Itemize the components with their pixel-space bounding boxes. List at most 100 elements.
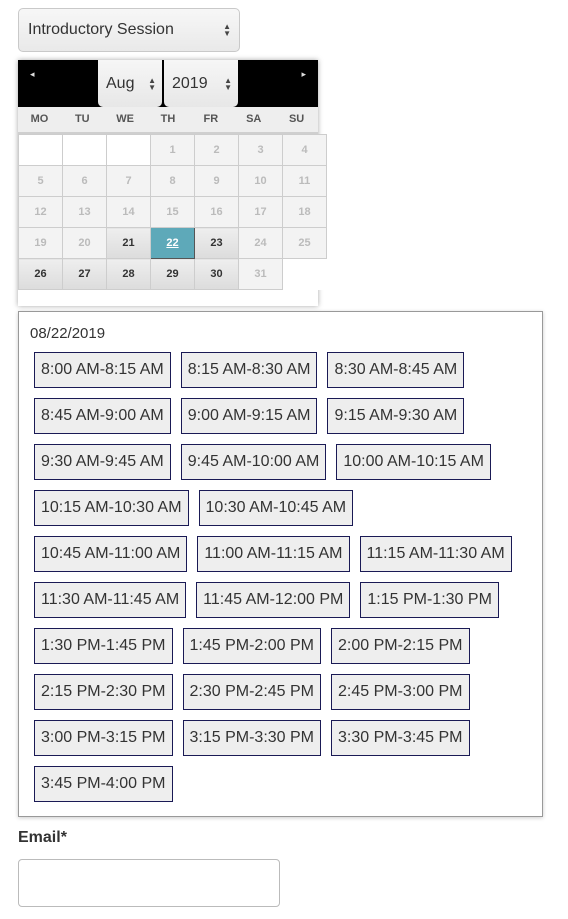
calendar-day: 8 <box>150 165 195 197</box>
time-slot-button[interactable]: 1:15 PM-1:30 PM <box>360 582 499 618</box>
time-slot-button[interactable]: 1:30 PM-1:45 PM <box>34 628 173 664</box>
calendar-day: 15 <box>150 196 195 228</box>
weekday-label: WE <box>116 113 135 125</box>
year-select[interactable]: 2019 ▲ ▼ <box>164 60 238 107</box>
calendar-week: 26 27 28 29 30 31 <box>18 258 327 290</box>
calendar-empty-cell <box>106 134 151 166</box>
time-slot-button[interactable]: 10:45 AM-11:00 AM <box>34 536 188 572</box>
calendar-grid: 1 2 3 4 5 6 7 8 9 10 11 12 13 14 15 16 17 18 19 20 21 22 23 24 2… <box>18 134 327 290</box>
month-select[interactable]: Aug ▲ ▼ <box>98 60 162 107</box>
calendar-day: 3 <box>238 134 283 166</box>
weekday-label: TH <box>160 113 176 125</box>
time-slot-button[interactable]: 2:15 PM-2:30 PM <box>34 674 173 710</box>
time-slot-button[interactable]: 3:30 PM-3:45 PM <box>331 720 470 756</box>
calendar-day: 1 <box>150 134 195 166</box>
calendar-day: 20 <box>62 227 107 259</box>
weekday-label: MO <box>30 113 49 125</box>
time-slot-row: 11:30 AM-11:45 AM 11:45 AM-12:00 PM 1:15 P… <box>34 582 534 618</box>
time-slot-button[interactable]: 8:45 AM-9:00 AM <box>34 398 171 434</box>
time-slot-button[interactable]: 9:30 AM-9:45 AM <box>34 444 171 480</box>
time-slot-button[interactable]: 11:00 AM-11:15 AM <box>197 536 350 572</box>
calendar-day: 14 <box>106 196 151 228</box>
time-slot-button[interactable]: 11:45 AM-12:00 PM <box>196 582 351 618</box>
next-month-icon[interactable]: ▸ <box>301 69 306 80</box>
calendar-day[interactable]: 26 <box>18 258 63 290</box>
calendar-day: 31 <box>238 258 283 290</box>
time-slot-button[interactable]: 11:15 AM-11:30 AM <box>359 536 512 572</box>
calendar-day[interactable]: 28 <box>106 258 151 290</box>
date-picker-calendar: ◂ Aug ▲ ▼ 2019 ▲ ▼ ▸ MO TU WE TH FR SA SU 123456… <box>18 60 327 306</box>
month-value: Aug <box>106 74 135 92</box>
time-slot-button[interactable]: 1:45 PM-2:00 PM <box>182 628 321 664</box>
select-arrows-icon: ▲ ▼ <box>148 75 156 92</box>
time-slot-button[interactable]: 8:00 AM-8:15 AM <box>34 352 171 388</box>
time-slot-row: 9:30 AM-9:45 AM 9:45 AM-10:00 AM 10:00 AM-… <box>34 444 534 480</box>
weekday-label: TU <box>74 113 90 125</box>
calendar-day: 7 <box>106 165 151 197</box>
time-slot-row: 8:00 AM-8:15 AM 8:15 AM-8:30 AM 8:30 AM-8:… <box>34 352 534 388</box>
calendar-day[interactable]: 22 <box>150 227 195 259</box>
calendar-day: 2 <box>194 134 239 166</box>
calendar-header: ◂ Aug ▲ ▼ 2019 ▲ ▼ ▸ <box>18 60 318 107</box>
calendar-day[interactable]: 23 <box>194 227 239 259</box>
time-slot-row: 1:30 PM-1:45 PM 1:45 PM-2:00 PM 2:00 PM-2:… <box>34 628 534 664</box>
weekday-label: FR <box>203 113 219 125</box>
calendar-week: 1234 <box>18 134 327 166</box>
year-value: 2019 <box>172 74 208 92</box>
email-label: Email* <box>18 829 67 846</box>
calendar-day: 18 <box>282 196 327 228</box>
time-slot-row: 3:45 PM-4:00 PM <box>34 766 534 802</box>
time-slot-button[interactable]: 2:00 PM-2:15 PM <box>331 628 470 664</box>
time-slot-row: 2:15 PM-2:30 PM 2:30 PM-2:45 PM 2:45 PM-3:… <box>34 674 534 710</box>
time-slot-button[interactable]: 10:15 AM-10:30 AM <box>34 490 189 526</box>
time-slot-button[interactable]: 8:30 AM-8:45 AM <box>327 352 465 388</box>
select-arrows-icon: ▲ ▼ <box>224 75 232 92</box>
time-slot-button[interactable]: 11:30 AM-11:45 AM <box>34 582 187 618</box>
select-arrows-icon: ▲ ▼ <box>223 22 231 38</box>
weekday-header: MO TU WE TH FR SA SU <box>18 107 318 134</box>
calendar-empty-cell <box>18 134 63 166</box>
calendar-day: 25 <box>282 227 327 259</box>
time-slot-row: 10:15 AM-10:30 AM 10:30 AM-10:45 AM <box>34 490 534 526</box>
calendar-day: 13 <box>62 196 107 228</box>
time-slot-row: 8:45 AM-9:00 AM 9:00 AM-9:15 AM 9:15 AM-9:… <box>34 398 534 434</box>
time-slot-row: 3:00 PM-3:15 PM 3:15 PM-3:30 PM 3:30 PM-3:… <box>34 720 534 756</box>
time-slot-button[interactable]: 9:45 AM-10:00 AM <box>180 444 327 480</box>
session-type-value: Introductory Session <box>28 21 174 38</box>
calendar-day: 6 <box>62 165 107 197</box>
time-slot-button[interactable]: 10:00 AM-10:15 AM <box>336 444 491 480</box>
calendar-day: 24 <box>238 227 283 259</box>
time-slot-button[interactable]: 9:00 AM-9:15 AM <box>180 398 318 434</box>
calendar-day: 10 <box>238 165 283 197</box>
calendar-day[interactable]: 30 <box>194 258 239 290</box>
time-slot-button[interactable]: 2:30 PM-2:45 PM <box>182 674 321 710</box>
session-type-select[interactable]: Introductory Session ▲ ▼ <box>18 8 240 52</box>
calendar-day: 5 <box>18 165 63 197</box>
calendar-day: 4 <box>282 134 327 166</box>
calendar-day[interactable]: 21 <box>106 227 151 259</box>
prev-month-icon[interactable]: ◂ <box>30 69 35 80</box>
weekday-label: SU <box>288 113 305 125</box>
time-slot-button[interactable]: 2:45 PM-3:00 PM <box>331 674 470 710</box>
time-slot-button[interactable]: 3:00 PM-3:15 PM <box>34 720 173 756</box>
calendar-empty-cell <box>62 134 107 166</box>
time-slot-button[interactable]: 10:30 AM-10:45 AM <box>198 490 354 526</box>
calendar-day: 11 <box>282 165 327 197</box>
calendar-week: 5 6 7 8 9 10 11 <box>18 165 327 197</box>
calendar-week: 12 13 14 15 16 17 18 <box>18 196 327 228</box>
calendar-empty-cell <box>282 258 327 290</box>
calendar-day: 17 <box>238 196 283 228</box>
time-slot-button[interactable]: 9:15 AM-9:30 AM <box>327 398 465 434</box>
email-field[interactable] <box>18 859 280 907</box>
time-slot-row: 10:45 AM-11:00 AM 11:00 AM-11:15 AM 11:15 … <box>34 536 534 572</box>
time-slots-panel: 08/22/2019 8:00 AM-8:15 AM 8:15 AM-8:30 A… <box>18 311 543 817</box>
calendar-day: 12 <box>18 196 63 228</box>
selected-date: 08/22/2019 <box>30 325 106 342</box>
time-slot-button[interactable]: 3:15 PM-3:30 PM <box>182 720 321 756</box>
time-slot-button[interactable]: 3:45 PM-4:00 PM <box>34 766 173 802</box>
time-slot-list: 8:00 AM-8:15 AM 8:15 AM-8:30 AM 8:30 AM-8:… <box>34 352 534 802</box>
calendar-day[interactable]: 29 <box>150 258 195 290</box>
calendar-day: 16 <box>194 196 239 228</box>
calendar-day[interactable]: 27 <box>62 258 107 290</box>
time-slot-button[interactable]: 8:15 AM-8:30 AM <box>180 352 318 388</box>
